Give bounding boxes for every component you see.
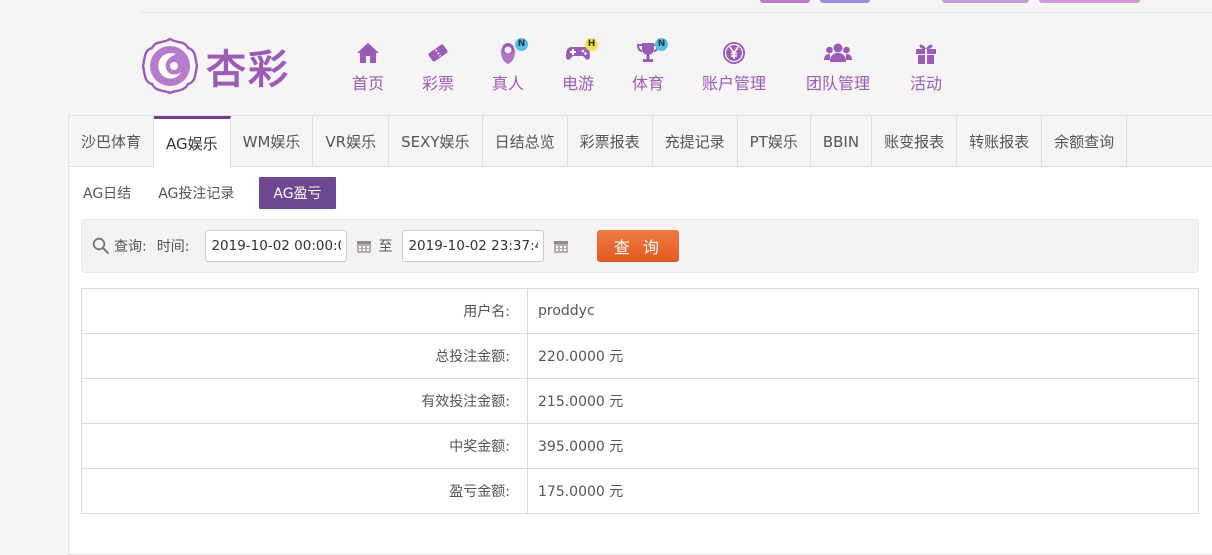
winnings-label: 中奖金额: — [81, 423, 528, 469]
nav-label: 团队管理 — [806, 74, 871, 93]
search-icon — [92, 237, 110, 255]
subtab-ag-profit-loss[interactable]: AG盈亏 — [259, 177, 336, 209]
main-nav: 首页 彩票 N 真人 H 电游 N 体育 账户管理 团队管理 活动 — [0, 38, 1212, 100]
table-row: 中奖金额: 395.0000 元 — [81, 423, 1199, 469]
nav-label: 账户管理 — [702, 74, 767, 93]
username-value: proddyc — [527, 288, 1199, 334]
header-divider — [140, 12, 1212, 13]
valid-bet-label: 有效投注金额: — [81, 378, 528, 424]
tab-transfer-report[interactable]: 转账报表 — [957, 116, 1043, 167]
table-row: 总投注金额: 220.0000 元 — [81, 333, 1199, 379]
trophy-icon: N — [634, 38, 668, 66]
valid-bet-value: 215.0000 元 — [527, 378, 1199, 424]
tab-ag-entertainment[interactable]: AG娱乐 — [154, 116, 231, 168]
top-button-2[interactable] — [820, 0, 870, 3]
top-button-1[interactable] — [760, 0, 810, 3]
nav-label: 首页 — [352, 74, 385, 93]
nav-label: 彩票 — [422, 74, 455, 93]
nav-item-egames[interactable]: H 电游 — [562, 38, 598, 94]
subtab-ag-bet-records[interactable]: AG投注记录 — [156, 177, 249, 209]
profit-loss-table: 用户名: proddyc 总投注金额: 220.0000 元 有效投注金额: 2… — [81, 288, 1199, 514]
tab-pt-entertainment[interactable]: PT娱乐 — [738, 116, 811, 167]
gift-icon — [912, 40, 940, 66]
report-panel: 沙巴体育 AG娱乐 WM娱乐 VR娱乐 SEXY娱乐 日结总览 彩票报表 充提记… — [68, 115, 1212, 555]
hot-badge: H — [585, 38, 598, 51]
table-row: 有效投注金额: 215.0000 元 — [81, 378, 1199, 424]
yen-coin-icon — [720, 40, 748, 66]
tab-saba-sports[interactable]: 沙巴体育 — [69, 116, 155, 167]
home-icon — [354, 40, 382, 66]
tab-lottery-report[interactable]: 彩票报表 — [568, 116, 653, 167]
tab-vr-entertainment[interactable]: VR娱乐 — [313, 116, 390, 167]
top-button-4[interactable] — [1039, 0, 1140, 3]
lottery-ticket-icon — [424, 40, 452, 66]
live-dealer-icon: N — [494, 38, 528, 66]
nav-item-promotions[interactable]: 活动 — [910, 40, 942, 94]
tab-daily-overview[interactable]: 日结总览 — [483, 116, 568, 167]
tab-bbin[interactable]: BBIN — [811, 116, 873, 167]
nav-label: 电游 — [562, 74, 595, 93]
winnings-value: 395.0000 元 — [527, 423, 1199, 469]
total-bet-label: 总投注金额: — [81, 333, 528, 379]
new-badge: N — [655, 38, 668, 51]
report-tabs: 沙巴体育 AG娱乐 WM娱乐 VR娱乐 SEXY娱乐 日结总览 彩票报表 充提记… — [69, 116, 1212, 168]
team-icon — [824, 40, 852, 66]
tab-sexy-entertainment[interactable]: SEXY娱乐 — [389, 116, 483, 167]
new-badge: N — [515, 38, 528, 51]
profit-loss-label: 盈亏金额: — [81, 468, 528, 514]
top-button-3[interactable] — [942, 0, 1029, 3]
username-label: 用户名: — [81, 288, 528, 334]
tab-account-changes[interactable]: 账变报表 — [872, 116, 958, 167]
nav-item-lottery[interactable]: 彩票 — [422, 40, 454, 94]
tab-balance-query[interactable]: 余额查询 — [1042, 116, 1128, 167]
to-label: 至 — [378, 239, 393, 255]
subtab-ag-daily[interactable]: AG日结 — [81, 177, 146, 209]
nav-label: 真人 — [492, 74, 525, 93]
nav-label: 活动 — [910, 74, 943, 93]
nav-item-sports[interactable]: N 体育 — [632, 38, 668, 94]
gamepad-icon: H — [564, 38, 598, 66]
search-label: 查询: — [114, 239, 147, 255]
total-bet-value: 220.0000 元 — [527, 333, 1199, 379]
nav-item-account[interactable]: 账户管理 — [702, 40, 766, 94]
nav-item-live[interactable]: N 真人 — [492, 38, 528, 94]
nav-label: 体育 — [632, 74, 665, 93]
calendar-icon[interactable] — [356, 238, 372, 254]
tab-deposit-withdraw[interactable]: 充提记录 — [653, 116, 738, 167]
table-row: 盈亏金额: 175.0000 元 — [81, 468, 1199, 514]
query-button[interactable]: 查 询 — [597, 230, 680, 262]
start-date-input[interactable] — [205, 230, 348, 262]
search-bar: 查询: 时间: 至 查 询 — [81, 219, 1199, 273]
nav-item-team[interactable]: 团队管理 — [806, 40, 870, 94]
table-row: 用户名: proddyc — [81, 288, 1199, 334]
time-label: 时间: — [156, 239, 190, 255]
nav-item-home[interactable]: 首页 — [352, 40, 384, 94]
end-date-input[interactable] — [402, 230, 545, 262]
calendar-icon[interactable] — [553, 238, 569, 254]
profit-loss-value: 175.0000 元 — [527, 468, 1199, 514]
sub-tabs: AG日结 AG投注记录 AG盈亏 — [81, 177, 346, 209]
tab-wm-entertainment[interactable]: WM娱乐 — [231, 116, 314, 167]
